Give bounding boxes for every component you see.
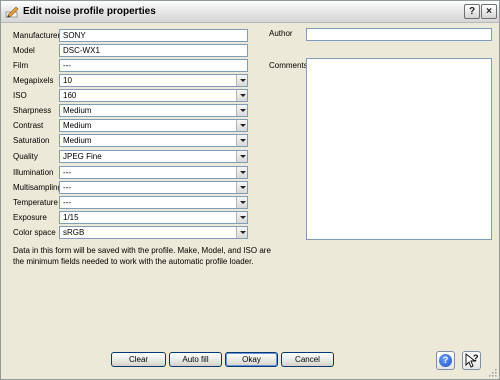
- chevron-down-icon[interactable]: [236, 135, 247, 146]
- film-label: Film: [13, 61, 29, 70]
- illumination-value: ---: [63, 168, 71, 177]
- color-space-label: Color space: [13, 228, 56, 237]
- chevron-down-icon[interactable]: [236, 167, 247, 178]
- sharpness-value: Medium: [63, 106, 92, 115]
- chevron-down-icon[interactable]: [236, 197, 247, 208]
- color-space-value: sRGB: [63, 228, 85, 237]
- whats-this-button[interactable]: ?: [462, 351, 481, 370]
- model-label: Model: [13, 46, 35, 55]
- whats-this-icon: ?: [465, 353, 479, 368]
- quality-value: JPEG Fine: [63, 152, 102, 161]
- clear-button[interactable]: Clear: [111, 352, 166, 367]
- manufacturer-field[interactable]: SONY: [59, 29, 248, 42]
- chevron-down-icon[interactable]: [236, 182, 247, 193]
- help-icon: ?: [439, 354, 452, 367]
- contrast-value: Medium: [63, 121, 92, 130]
- saturation-select[interactable]: Medium: [59, 134, 248, 147]
- contrast-select[interactable]: Medium: [59, 119, 248, 132]
- info-text: Data in this form will be saved with the…: [13, 245, 271, 267]
- resize-grip-icon[interactable]: [487, 367, 497, 377]
- title-bar[interactable]: Edit noise profile properties ? ×: [1, 1, 499, 23]
- temperature-value: ---: [63, 198, 71, 207]
- chevron-down-icon[interactable]: [236, 120, 247, 131]
- title-help-button[interactable]: ?: [464, 4, 480, 19]
- film-field[interactable]: ---: [59, 59, 248, 72]
- cancel-button[interactable]: Cancel: [281, 352, 334, 367]
- multisampling-label: Multisampling: [13, 183, 62, 192]
- megapixels-label: Megapixels: [13, 76, 54, 85]
- quality-label: Quality: [13, 152, 38, 161]
- exposure-label: Exposure: [13, 213, 47, 222]
- contrast-label: Contrast: [13, 121, 44, 130]
- comments-label: Comments: [269, 61, 308, 70]
- chevron-down-icon[interactable]: [236, 212, 247, 223]
- iso-label: ISO: [13, 91, 27, 100]
- exposure-select[interactable]: 1/15: [59, 211, 248, 224]
- chevron-down-icon[interactable]: [236, 105, 247, 116]
- svg-text:?: ?: [473, 353, 479, 363]
- comments-textarea[interactable]: [306, 58, 492, 240]
- multisampling-value: ---: [63, 183, 71, 192]
- iso-value: 160: [63, 91, 77, 100]
- temperature-select[interactable]: ---: [59, 196, 248, 209]
- iso-select[interactable]: 160: [59, 89, 248, 102]
- window-title: Edit noise profile properties: [23, 6, 156, 17]
- quality-select[interactable]: JPEG Fine: [59, 150, 248, 163]
- illumination-label: Illumination: [13, 168, 54, 177]
- auto-fill-button[interactable]: Auto fill: [169, 352, 222, 367]
- sharpness-select[interactable]: Medium: [59, 104, 248, 117]
- manufacturer-label: Manufacturer: [13, 31, 61, 40]
- info-line-1: Data in this form will be saved with the…: [13, 246, 271, 255]
- temperature-label: Temperature: [13, 198, 58, 207]
- color-space-select[interactable]: sRGB: [59, 226, 248, 239]
- author-field[interactable]: [306, 28, 492, 41]
- close-button[interactable]: ×: [481, 4, 497, 19]
- megapixels-value: 10: [63, 76, 72, 85]
- chevron-down-icon[interactable]: [236, 151, 247, 162]
- model-field[interactable]: DSC-WX1: [59, 44, 248, 57]
- illumination-select[interactable]: ---: [59, 166, 248, 179]
- exposure-value: 1/15: [63, 213, 79, 222]
- saturation-label: Saturation: [13, 136, 50, 145]
- author-label: Author: [269, 29, 293, 38]
- chevron-down-icon[interactable]: [236, 90, 247, 101]
- megapixels-select[interactable]: 10: [59, 74, 248, 87]
- saturation-value: Medium: [63, 136, 92, 145]
- chevron-down-icon[interactable]: [236, 227, 247, 238]
- info-line-2: the minimum fields needed to work with t…: [13, 257, 254, 266]
- help-button[interactable]: ?: [436, 351, 455, 370]
- multisampling-select[interactable]: ---: [59, 181, 248, 194]
- chevron-down-icon[interactable]: [236, 75, 247, 86]
- dialog-window: Edit noise profile properties ? × Manufa…: [0, 0, 500, 380]
- sharpness-label: Sharpness: [13, 106, 52, 115]
- pencil-icon: [5, 6, 19, 18]
- okay-button[interactable]: Okay: [225, 352, 278, 367]
